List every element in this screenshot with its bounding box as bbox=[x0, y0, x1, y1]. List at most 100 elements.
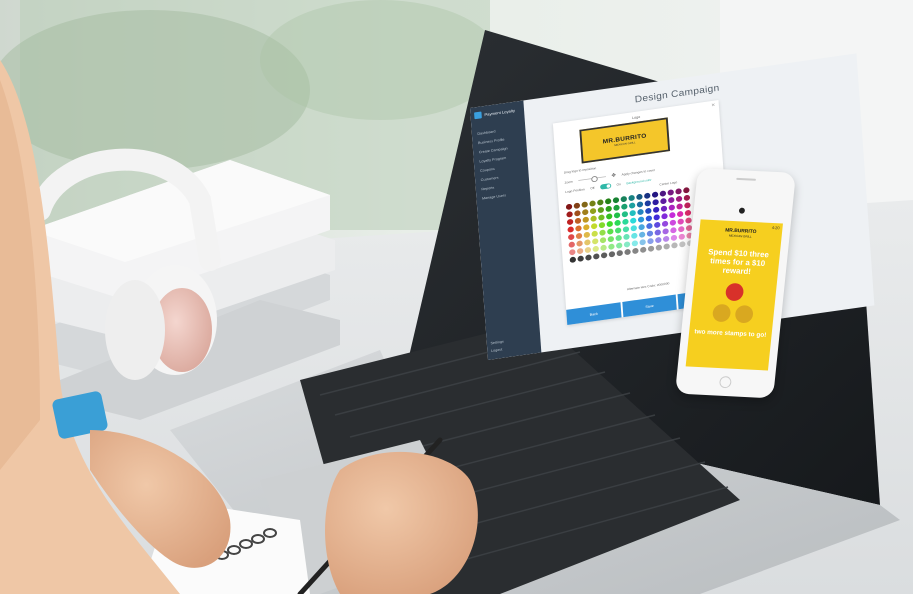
apply-label[interactable]: Apply changes to cover bbox=[621, 168, 655, 176]
center-logo-label[interactable]: Center Logo bbox=[659, 181, 677, 187]
color-swatch[interactable] bbox=[639, 231, 646, 238]
color-swatch[interactable] bbox=[608, 243, 615, 250]
color-swatch[interactable] bbox=[597, 199, 604, 206]
color-swatch[interactable] bbox=[667, 189, 674, 196]
color-swatch[interactable] bbox=[647, 238, 654, 245]
color-swatch[interactable] bbox=[565, 203, 573, 211]
color-swatch[interactable] bbox=[568, 234, 575, 241]
color-swatch[interactable] bbox=[653, 206, 660, 214]
color-swatch[interactable] bbox=[668, 197, 675, 204]
color-swatch[interactable] bbox=[585, 254, 592, 261]
color-swatch[interactable] bbox=[622, 218, 629, 225]
color-swatch[interactable] bbox=[636, 201, 644, 208]
color-swatch[interactable] bbox=[651, 191, 659, 198]
color-swatch[interactable] bbox=[583, 231, 591, 239]
color-swatch[interactable] bbox=[616, 250, 623, 257]
sidebar-item-settings[interactable]: Settings bbox=[490, 339, 504, 345]
color-swatch[interactable] bbox=[575, 233, 583, 240]
color-swatch[interactable] bbox=[620, 196, 627, 203]
color-swatch[interactable] bbox=[652, 199, 659, 206]
color-swatch[interactable] bbox=[661, 220, 669, 228]
color-swatch[interactable] bbox=[615, 235, 622, 242]
color-swatch[interactable] bbox=[679, 241, 686, 248]
color-swatch[interactable] bbox=[582, 209, 589, 216]
color-swatch[interactable] bbox=[573, 202, 581, 209]
color-swatch[interactable] bbox=[655, 244, 663, 251]
color-swatch[interactable] bbox=[637, 216, 645, 223]
color-swatch[interactable] bbox=[567, 219, 574, 226]
color-swatch[interactable] bbox=[584, 239, 591, 246]
color-swatch[interactable] bbox=[631, 232, 638, 240]
color-swatch[interactable] bbox=[668, 204, 675, 211]
logo-position-toggle[interactable] bbox=[599, 183, 612, 190]
color-swatch[interactable] bbox=[629, 210, 636, 217]
color-swatch[interactable] bbox=[684, 202, 691, 209]
color-swatch[interactable] bbox=[606, 213, 613, 220]
color-swatch[interactable] bbox=[659, 190, 667, 197]
color-swatch[interactable] bbox=[678, 233, 685, 240]
color-swatch[interactable] bbox=[598, 214, 605, 221]
color-swatch[interactable] bbox=[675, 188, 682, 195]
color-swatch[interactable] bbox=[644, 192, 651, 200]
color-swatch[interactable] bbox=[566, 211, 573, 218]
color-swatch[interactable] bbox=[646, 223, 653, 230]
color-swatch[interactable] bbox=[606, 221, 613, 228]
color-swatch[interactable] bbox=[589, 200, 596, 207]
color-swatch[interactable] bbox=[613, 212, 621, 219]
color-swatch[interactable] bbox=[607, 228, 614, 235]
color-swatch[interactable] bbox=[671, 242, 678, 249]
color-swatch[interactable] bbox=[632, 248, 639, 255]
color-swatch[interactable] bbox=[574, 210, 581, 217]
color-swatch[interactable] bbox=[612, 197, 620, 204]
color-swatch[interactable] bbox=[608, 251, 616, 258]
color-swatch[interactable] bbox=[677, 218, 684, 225]
color-swatch[interactable] bbox=[684, 210, 692, 217]
color-swatch[interactable] bbox=[613, 204, 620, 211]
color-swatch[interactable] bbox=[647, 245, 655, 252]
color-swatch[interactable] bbox=[568, 241, 575, 248]
color-swatch[interactable] bbox=[661, 213, 668, 220]
color-palette[interactable] bbox=[564, 184, 707, 271]
color-swatch[interactable] bbox=[683, 194, 691, 202]
color-swatch[interactable] bbox=[621, 211, 629, 218]
color-swatch[interactable] bbox=[575, 225, 582, 232]
zoom-slider[interactable] bbox=[578, 176, 606, 181]
color-swatch[interactable] bbox=[653, 214, 660, 221]
color-swatch[interactable] bbox=[593, 253, 600, 260]
color-swatch[interactable] bbox=[675, 196, 683, 203]
back-button[interactable]: Back bbox=[566, 302, 622, 326]
color-swatch[interactable] bbox=[576, 248, 584, 255]
color-swatch[interactable] bbox=[623, 241, 631, 248]
color-swatch[interactable] bbox=[589, 208, 597, 215]
color-swatch[interactable] bbox=[569, 256, 577, 263]
color-swatch[interactable] bbox=[663, 236, 670, 243]
color-swatch[interactable] bbox=[605, 205, 612, 213]
color-swatch[interactable] bbox=[581, 201, 588, 208]
color-swatch[interactable] bbox=[678, 226, 685, 233]
color-swatch[interactable] bbox=[655, 237, 662, 244]
color-swatch[interactable] bbox=[640, 246, 647, 254]
color-swatch[interactable] bbox=[645, 208, 652, 215]
color-swatch[interactable] bbox=[644, 200, 651, 207]
color-swatch[interactable] bbox=[592, 238, 599, 245]
color-swatch[interactable] bbox=[628, 195, 635, 202]
color-swatch[interactable] bbox=[654, 229, 661, 236]
color-swatch[interactable] bbox=[615, 227, 622, 234]
color-swatch[interactable] bbox=[622, 226, 630, 233]
color-swatch[interactable] bbox=[600, 244, 607, 251]
color-swatch[interactable] bbox=[599, 237, 607, 244]
color-swatch[interactable] bbox=[630, 225, 637, 232]
color-swatch[interactable] bbox=[623, 234, 630, 241]
color-swatch[interactable] bbox=[584, 247, 592, 254]
color-swatch[interactable] bbox=[569, 249, 576, 256]
color-swatch[interactable] bbox=[669, 219, 677, 226]
color-swatch[interactable] bbox=[616, 242, 623, 249]
color-swatch[interactable] bbox=[583, 224, 590, 231]
save-button[interactable]: Save bbox=[622, 294, 678, 318]
color-swatch[interactable] bbox=[683, 187, 690, 194]
color-swatch[interactable] bbox=[629, 202, 636, 209]
color-swatch[interactable] bbox=[624, 249, 631, 256]
color-swatch[interactable] bbox=[582, 216, 589, 223]
color-swatch[interactable] bbox=[638, 224, 645, 231]
color-swatch[interactable] bbox=[597, 207, 605, 214]
